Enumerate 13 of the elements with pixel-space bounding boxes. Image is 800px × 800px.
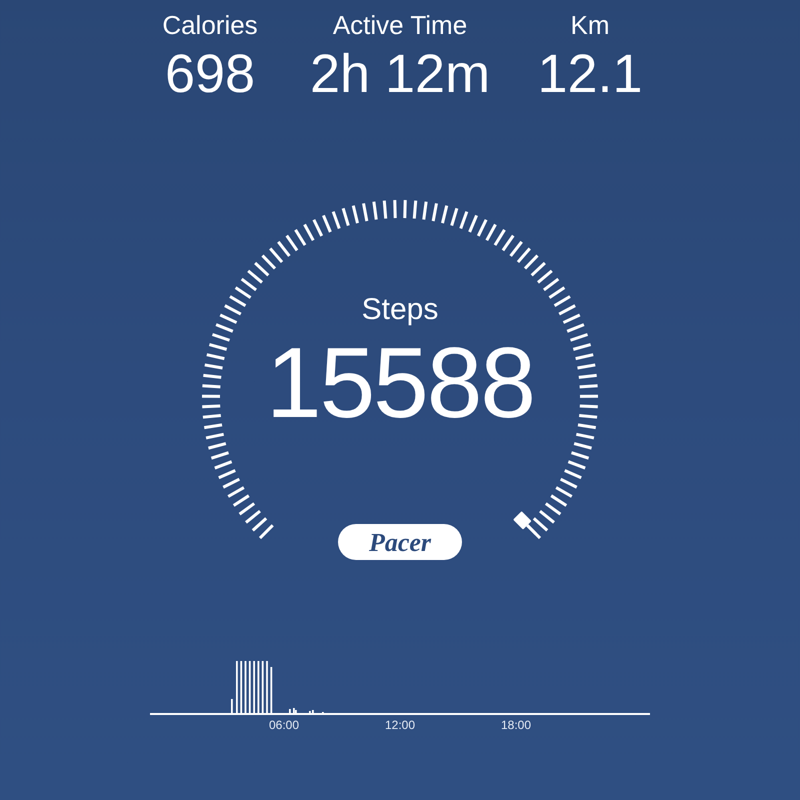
stat-value: 2h 12m: [310, 43, 490, 106]
gauge-marker-icon: [513, 511, 537, 535]
stat-value: 12.1: [537, 43, 643, 106]
stat-value: 698: [164, 43, 256, 106]
stat-label: Calories: [162, 9, 258, 42]
pacer-logo: Pacer: [338, 524, 462, 560]
time-label: 06:00: [268, 717, 300, 733]
time-label: 18:00: [500, 717, 532, 733]
steps-label: Steps: [362, 292, 438, 328]
stat-label: Active Time: [332, 9, 468, 42]
time-label: 12:00: [384, 717, 416, 733]
stat-label: Km: [570, 9, 610, 42]
steps-count: 15588: [266, 328, 534, 438]
